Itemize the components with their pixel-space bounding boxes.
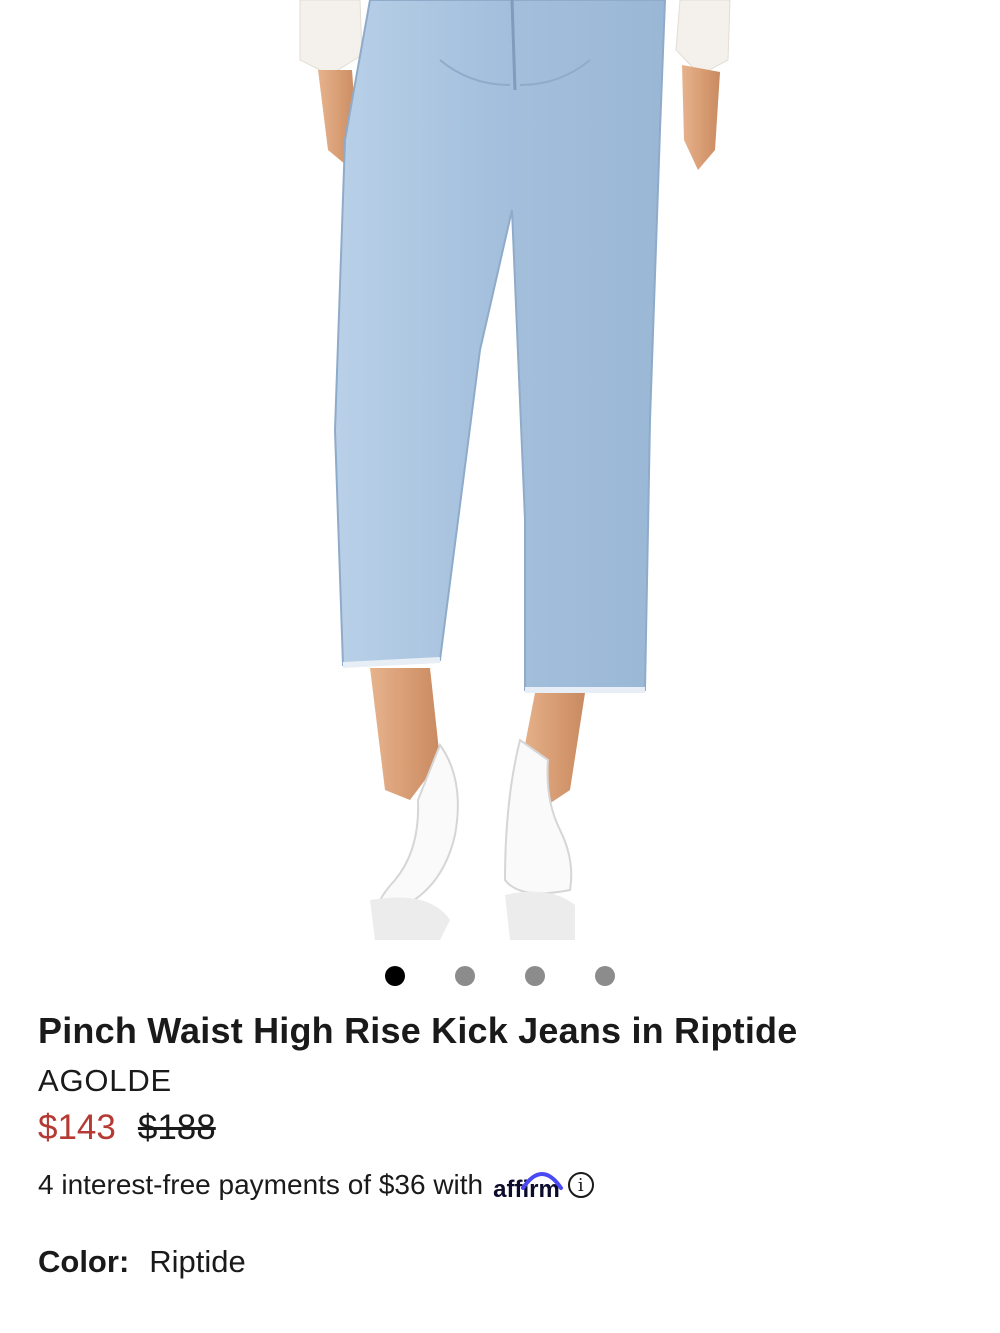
original-price: $188 [137,1108,216,1147]
affirm-logo[interactable]: affirm [493,1166,564,1204]
image-carousel-pager [0,966,1000,986]
carousel-dot-1[interactable] [385,966,405,986]
color-selector: Color : Riptide [38,1244,246,1280]
affirm-payment-text: 4 interest-free payments of $36 with [38,1169,484,1200]
info-icon[interactable]: i [567,1172,594,1198]
product-title: Pinch Waist High Rise Kick Jeans in Ript… [38,1010,798,1051]
carousel-dot-3[interactable] [525,966,545,986]
info-icon-glyph: i [577,1174,584,1196]
product-image[interactable] [0,0,1000,945]
price-row: $143 $188 [38,1108,216,1148]
carousel-dot-2[interactable] [455,966,475,986]
sale-price: $143 [38,1108,116,1147]
affirm-financing: 4 interest-free payments of $36 with aff… [38,1166,594,1204]
jeans-illustration [299,0,731,940]
carousel-dot-4[interactable] [595,966,615,986]
brand-link[interactable]: AGOLDE [38,1063,172,1099]
color-value: Riptide [149,1244,246,1279]
color-separator: : [118,1244,130,1279]
affirm-arc-icon [521,1172,564,1190]
color-label: Color [38,1244,119,1279]
